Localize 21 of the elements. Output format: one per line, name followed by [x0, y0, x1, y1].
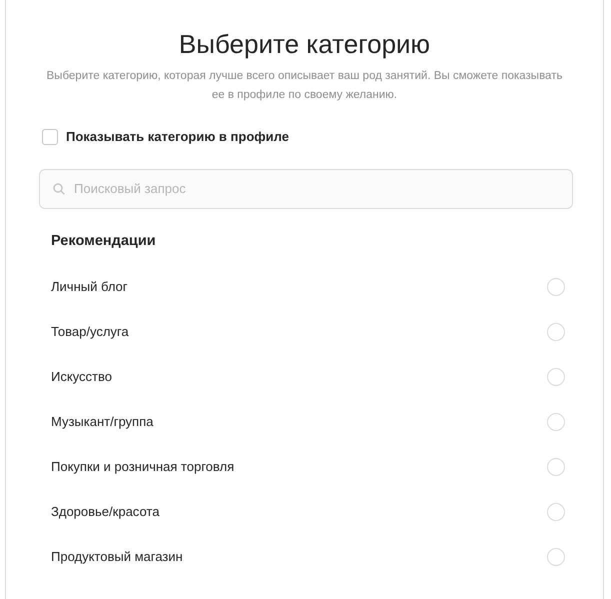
dialog-description: Выберите категорию, которая лучше всего описывает ваш род занятий. Вы сможете показывать ее в профиле по своему желанию.	[46, 69, 563, 103]
radio-button[interactable]	[547, 322, 565, 341]
category-label: Искусство	[51, 368, 112, 386]
search-field[interactable]: Поисковый запрос	[39, 168, 573, 208]
checkbox[interactable]	[42, 128, 58, 145]
search-icon	[53, 182, 65, 194]
radio-button[interactable]	[547, 368, 565, 386]
category-label: Музыкант/группа	[51, 413, 154, 431]
category-label: Товар/услуга	[51, 323, 129, 341]
section-heading: Рекомендации	[51, 232, 157, 250]
radio-button[interactable]	[547, 412, 565, 431]
category-label: Покупки и розничная торговля	[51, 458, 234, 476]
radio-button[interactable]	[547, 548, 565, 566]
category-label: Продуктовый магазин	[51, 548, 183, 566]
category-label: Здоровье/красота	[51, 503, 160, 521]
radio-button[interactable]	[547, 502, 565, 521]
dialog-title: Выберите категорию	[178, 28, 430, 61]
radio-button[interactable]	[547, 278, 565, 296]
radio-button[interactable]	[547, 458, 565, 476]
category-label: Личный блог	[51, 278, 128, 296]
checkbox-label: Показывать категорию в профиле	[66, 128, 289, 146]
